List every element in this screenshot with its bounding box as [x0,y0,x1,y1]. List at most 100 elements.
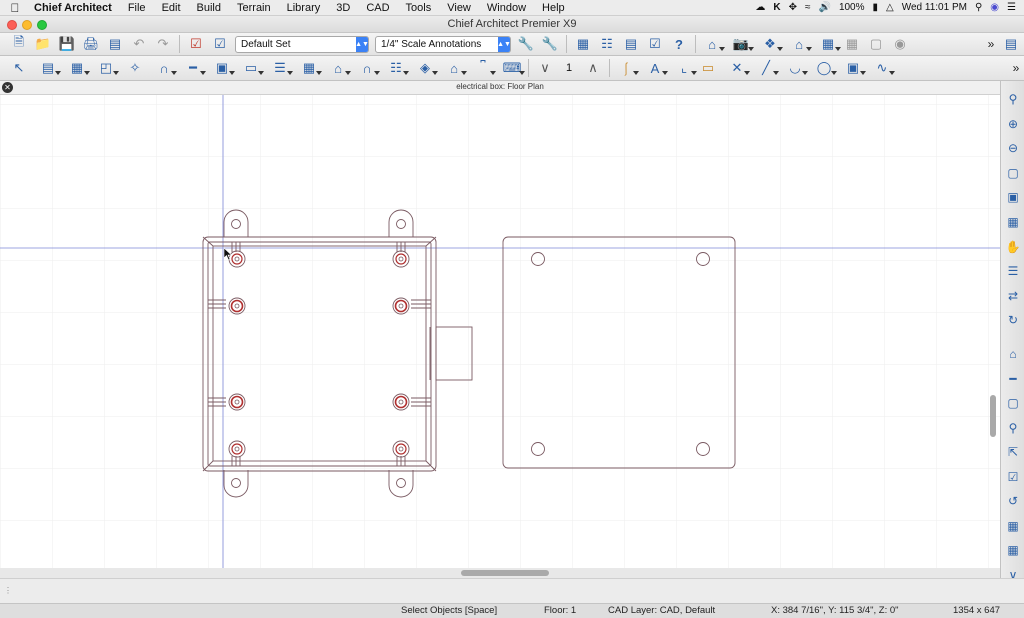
battery-icon[interactable]: ▮ [873,2,879,13]
road-tools-icon[interactable]: ⎴ [472,58,496,78]
battery-percent[interactable]: 100% [839,2,865,13]
undo-icon[interactable]: ↶ [128,34,150,54]
build-house-icon[interactable]: ⌂ [701,34,725,54]
cross-section-icon[interactable]: ❖ [759,34,783,54]
zoom-in-icon[interactable]: ⊕ [1003,114,1023,134]
layer-set-icon[interactable]: ☑ [209,34,231,54]
pan-icon[interactable]: ✋ [1003,237,1023,257]
dimension-display-icon[interactable]: ━ [1003,369,1023,389]
elevation-icon[interactable]: ⌂ [788,34,812,54]
plan-view-icon[interactable]: ▢ [1003,393,1023,413]
grid-snap-icon[interactable]: ▦ [1003,516,1023,536]
preferences-icon[interactable]: 🔧 [539,34,561,54]
toolbar-overflow-icon[interactable]: » [1008,61,1024,75]
callout-icon[interactable]: ⌞ [673,58,697,78]
roof-tools-icon[interactable]: ⌂ [327,58,351,78]
find-icon[interactable]: ⚲ [1003,418,1023,438]
deck-tools-icon[interactable]: ⌂ [443,58,467,78]
menu-file[interactable]: File [120,2,154,14]
zoom-icon[interactable]: ⚲ [1003,89,1023,109]
clock[interactable]: Wed 11:01 PM [902,2,967,13]
print-icon[interactable]: 🖨 [80,34,102,54]
annotation-set-select[interactable]: 1/4" Scale Annotations ▲▼ [375,35,511,53]
reference-grid-icon[interactable]: ▦ [1003,540,1023,560]
k-icon[interactable]: K [773,2,780,13]
layers-icon[interactable]: ☰ [1003,261,1023,281]
menu-help[interactable]: Help [534,2,573,14]
floor-up-icon[interactable]: ∧ [582,58,604,78]
draw-circle-icon[interactable]: ◯ [813,58,837,78]
apple-icon[interactable]:  [0,1,30,15]
angle-snap-icon[interactable]: ↺ [1003,491,1023,511]
layer-set-select[interactable]: Default Set ▲▼ [235,35,369,53]
materials-list-icon[interactable]: ☷ [596,34,618,54]
text-tools-icon[interactable]: ━ [182,58,206,78]
sheet-view-icon[interactable]: ▤ [1000,34,1022,54]
move-icon[interactable]: ✥ [789,2,797,13]
notification-center-icon[interactable]: ☰ [1007,2,1016,13]
draw-spline-icon[interactable]: ∿ [871,58,895,78]
save-icon[interactable]: 💾 [56,34,78,54]
swap-view-icon[interactable]: ⇄ [1003,286,1023,306]
window-tools-icon[interactable]: ▭ [240,58,264,78]
draw-arc-icon[interactable]: ◡ [784,58,808,78]
framing-tools-icon[interactable]: ▦ [298,58,322,78]
framing-view-icon[interactable]: ▦ [817,34,841,54]
floor-down-icon[interactable]: ∨ [534,58,556,78]
text-annotation-icon[interactable]: A [644,58,668,78]
vertical-scrollbar[interactable] [990,395,996,437]
help-icon[interactable]: ? [668,34,690,54]
siri-icon[interactable]: ◉ [990,2,999,13]
wall-tools-icon[interactable]: ▤ [37,58,61,78]
dimension-tools-icon[interactable]: ∩ [153,58,177,78]
layer-display-options-icon[interactable]: ☑ [185,34,207,54]
electrical-tools-icon[interactable]: ✧ [124,58,146,78]
edit-area-icon[interactable]: ⌂ [1003,344,1023,364]
default-settings-icon[interactable]: 🔧 [515,34,537,54]
window-door-icon[interactable]: ▦ [841,34,863,54]
slab-tools-icon[interactable]: ◈ [414,58,438,78]
fill-window-building-icon[interactable]: ▦ [1003,212,1023,232]
cabinet-tools-icon[interactable]: ▦ [66,58,90,78]
library-browser-icon[interactable]: ▦ [572,34,594,54]
menu-library[interactable]: Library [279,2,329,14]
open-folder-icon[interactable]: 📁 [32,34,54,54]
resize-grip-icon[interactable]: ⋮ [4,586,12,595]
volume-icon[interactable]: 🔊 [818,2,830,13]
section-icon[interactable]: ▢ [865,34,887,54]
new-plan-icon[interactable]: 🗎 [8,34,30,54]
cabinet-box-icon[interactable]: ▣ [211,58,235,78]
fill-window-icon[interactable]: ▣ [1003,187,1023,207]
checklist-icon[interactable]: ☑ [644,34,666,54]
terrain-tools-icon[interactable]: ∩ [356,58,380,78]
wifi-icon[interactable]: ≈ [805,2,811,13]
stair-tools-icon[interactable]: ☰ [269,58,293,78]
print-preview-icon[interactable]: ▤ [104,34,126,54]
dimension-ruler-icon[interactable]: ⎰ [615,58,639,78]
menu-terrain[interactable]: Terrain [229,2,279,14]
picture-box-icon[interactable]: ▭ [697,58,719,78]
zoom-out-icon[interactable]: ⊖ [1003,138,1023,158]
menu-tools[interactable]: Tools [398,2,440,14]
menu-window[interactable]: Window [479,2,534,14]
cad-x-icon[interactable]: ✕ [726,58,750,78]
toolbar-overflow-icon[interactable]: » [983,37,999,51]
menu-3d[interactable]: 3D [328,2,358,14]
menu-cad[interactable]: CAD [358,2,397,14]
object-snap-icon[interactable]: ☑ [1003,467,1023,487]
horizontal-scrollbar[interactable] [461,570,549,576]
record-icon[interactable]: ◉ [889,34,911,54]
menu-view[interactable]: View [439,2,479,14]
redo-icon[interactable]: ↷ [152,34,174,54]
snap-icon[interactable]: ⇱ [1003,442,1023,462]
fence-tools-icon[interactable]: ☷ [385,58,409,78]
camera-icon[interactable]: 📷 [730,34,754,54]
project-browser-icon[interactable]: ▤ [620,34,642,54]
creative-cloud-icon[interactable]: ☁ [755,2,765,13]
menu-edit[interactable]: Edit [154,2,189,14]
refresh-icon[interactable]: ↻ [1003,310,1023,330]
floor-plan-canvas[interactable] [0,95,1000,568]
select-objects-icon[interactable]: ↖ [8,58,30,78]
undo-zoom-icon[interactable]: ▢ [1003,163,1023,183]
draw-line-icon[interactable]: ╱ [755,58,779,78]
